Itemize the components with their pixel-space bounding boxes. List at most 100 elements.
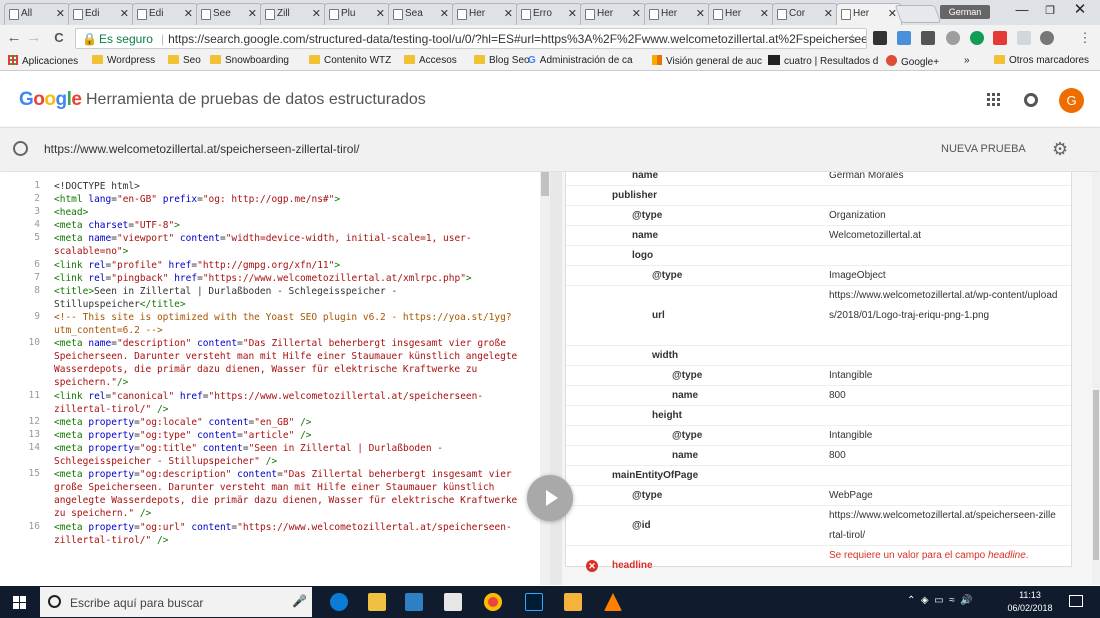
bookmark-item[interactable]: Snowboarding <box>210 55 289 66</box>
property-row[interactable]: logo <box>566 246 1071 266</box>
extension-image-icon[interactable] <box>1017 31 1031 45</box>
results-scrollbar-thumb[interactable] <box>1093 390 1099 560</box>
run-test-button[interactable] <box>527 475 573 521</box>
vlc-icon[interactable] <box>604 593 622 611</box>
browser-tab[interactable]: See ✕ <box>196 3 262 25</box>
bookmark-item[interactable]: cuatro | Resultados d <box>768 55 878 67</box>
bookmark-item[interactable]: Seo <box>168 55 201 66</box>
bookmark-item[interactable]: G Administración de ca <box>528 55 633 66</box>
source-code-pane[interactable]: 1 <!DOCTYPE html> 2 <html lang="en-GB" pref… <box>0 172 550 585</box>
restore-icon[interactable]: ❐ <box>1036 4 1064 17</box>
close-tab-icon[interactable]: ✕ <box>504 7 513 20</box>
chrome-icon[interactable] <box>484 593 502 611</box>
close-tab-icon[interactable]: ✕ <box>440 7 449 20</box>
close-tab-icon[interactable]: ✕ <box>120 7 129 20</box>
apps-grid-icon[interactable] <box>987 93 1001 107</box>
address-bar[interactable]: 🔒 Es seguro | https://search.google.com/str… <box>75 28 867 49</box>
notifications-icon[interactable] <box>1024 93 1038 107</box>
property-row[interactable]: name Welcometozillertal.at <box>566 226 1071 246</box>
browser-tab[interactable]: Edi ✕ <box>68 3 134 25</box>
close-tab-icon[interactable]: ✕ <box>760 7 769 20</box>
close-tab-icon[interactable]: ✕ <box>632 7 641 20</box>
minimize-icon[interactable]: — <box>1008 2 1036 17</box>
bookmark-item[interactable]: Visión general de auc <box>652 55 762 67</box>
property-row[interactable]: name 800 <box>566 386 1071 406</box>
browser-tab[interactable]: Sea ✕ <box>388 3 454 25</box>
taskbar-search[interactable]: Escribe aquí para buscar 🎤 <box>40 587 312 617</box>
extension-chart-icon[interactable] <box>897 31 911 45</box>
error-row[interactable]: headline Se requiere un valor para el cam… <box>566 546 1071 585</box>
property-row[interactable]: width <box>566 346 1071 366</box>
folder-app-icon[interactable] <box>564 593 582 611</box>
property-row[interactable]: name German Morales <box>566 172 1071 186</box>
microphone-icon[interactable]: 🎤 <box>292 594 307 608</box>
system-tray[interactable]: ⌃ ◈ ▭ ≈ 🔊 <box>907 595 973 606</box>
close-tab-icon[interactable]: ✕ <box>248 7 257 20</box>
browser-tab[interactable]: Cor ✕ <box>772 3 838 25</box>
close-tab-icon[interactable]: ✕ <box>568 7 577 20</box>
extension-puzzle-icon[interactable] <box>946 31 960 45</box>
google-logo[interactable]: Google <box>19 89 82 111</box>
bookmark-item[interactable]: Blog Seo <box>474 55 530 66</box>
profile-badge[interactable]: German <box>940 5 990 19</box>
property-row[interactable]: @type Intangible <box>566 426 1071 446</box>
browser-tab[interactable]: Her ✕ <box>644 3 710 25</box>
mail-icon[interactable] <box>444 593 462 611</box>
back-button[interactable]: ← <box>5 29 23 46</box>
close-tab-icon[interactable]: ✕ <box>56 7 65 20</box>
edge-icon[interactable] <box>330 593 348 611</box>
property-row[interactable]: @id https://www.welcometozillertal.at/spe… <box>566 506 1071 546</box>
extension-settings-icon[interactable] <box>1040 31 1054 45</box>
windows-start-icon[interactable] <box>13 596 27 610</box>
account-avatar[interactable]: G <box>1059 88 1084 113</box>
property-row[interactable]: @type Organization <box>566 206 1071 226</box>
extension-green-icon[interactable] <box>970 31 984 45</box>
gear-icon[interactable]: ⚙ <box>1052 139 1068 160</box>
other-bookmarks-folder[interactable]: Otros marcadores <box>994 55 1089 66</box>
property-row[interactable]: publisher <box>566 186 1071 206</box>
browser-tab[interactable]: Her ✕ <box>836 3 902 26</box>
browser-tab[interactable]: Her ✕ <box>580 3 646 25</box>
browser-tab[interactable]: All ✕ <box>4 3 70 25</box>
close-tab-icon[interactable]: ✕ <box>376 7 385 20</box>
taskbar-clock[interactable]: 11:13 06/02/2018 <box>1004 589 1056 615</box>
property-row[interactable]: @type ImageObject <box>566 266 1071 286</box>
browser-tab[interactable]: Her ✕ <box>452 3 518 25</box>
browser-tab[interactable]: Erro ✕ <box>516 3 582 25</box>
browser-tab[interactable]: Zill ✕ <box>260 3 326 25</box>
browser-tab[interactable]: Edi ✕ <box>132 3 198 25</box>
property-row[interactable]: height <box>566 406 1071 426</box>
bookmark-item[interactable]: Accesos <box>404 55 457 66</box>
new-tab-button[interactable] <box>894 5 942 23</box>
code-scrollbar[interactable] <box>540 172 550 585</box>
bookmark-item[interactable]: Google+ <box>886 55 939 68</box>
extension-tag-icon[interactable] <box>993 31 1007 45</box>
code-scrollbar-thumb[interactable] <box>541 172 549 196</box>
reload-button[interactable]: C <box>50 30 68 45</box>
property-row[interactable]: @type Intangible <box>566 366 1071 386</box>
bookmark-item[interactable]: Contenito WTZ <box>309 55 391 66</box>
pane-divider[interactable] <box>550 172 562 585</box>
browser-tab[interactable]: Plu ✕ <box>324 3 390 25</box>
browser-menu-icon[interactable]: ⋮ <box>1076 30 1094 46</box>
bookmarks-overflow-button[interactable]: » <box>964 55 970 66</box>
property-row[interactable]: @type WebPage <box>566 486 1071 506</box>
close-window-icon[interactable]: ✕ <box>1066 0 1094 18</box>
new-test-button[interactable]: NUEVA PRUEBA <box>941 143 1026 155</box>
close-tab-icon[interactable]: ✕ <box>696 7 705 20</box>
forward-button[interactable]: → <box>25 29 43 46</box>
close-tab-icon[interactable]: ✕ <box>184 7 193 20</box>
property-row[interactable]: mainEntityOfPage <box>566 466 1071 486</box>
bookmark-item[interactable]: Wordpress <box>92 55 155 66</box>
tested-url[interactable]: https://www.welcometozillertal.at/speich… <box>44 142 359 156</box>
file-explorer-icon[interactable] <box>368 593 386 611</box>
extension-wp-icon[interactable] <box>921 31 935 45</box>
close-tab-icon[interactable]: ✕ <box>312 7 321 20</box>
action-center-icon[interactable] <box>1069 595 1083 607</box>
property-row[interactable]: name 800 <box>566 446 1071 466</box>
extension-m-icon[interactable] <box>873 31 887 45</box>
photoshop-icon[interactable] <box>525 593 543 611</box>
bookmark-item[interactable]: Aplicaciones <box>8 55 78 67</box>
property-row[interactable]: url https://www.welcometozillertal.at/wp-… <box>566 286 1071 346</box>
browser-tab[interactable]: Her ✕ <box>708 3 774 25</box>
